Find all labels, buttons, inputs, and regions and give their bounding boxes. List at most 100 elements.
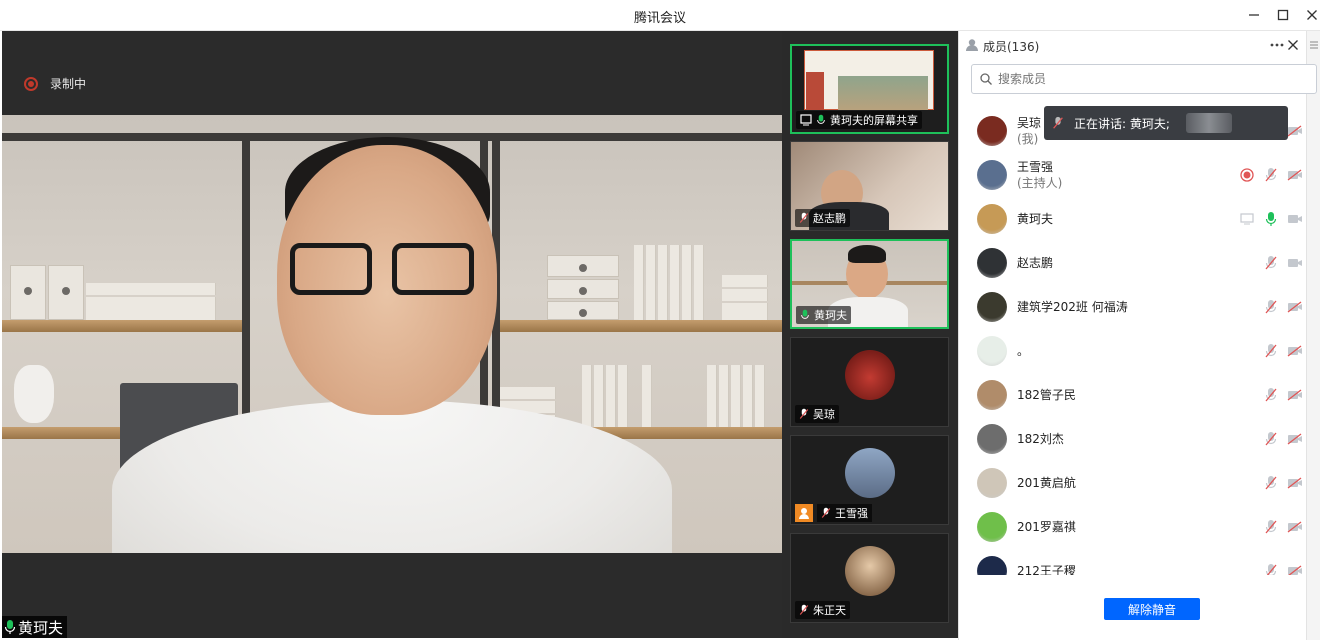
main-video[interactable]: 录制中 黄珂夫 <box>2 31 782 638</box>
mic-on-icon[interactable] <box>1263 211 1279 227</box>
member-row[interactable]: 201黄启航 <box>959 461 1307 505</box>
member-name: 黄珂夫 <box>1017 212 1054 226</box>
member-row[interactable]: 212王子稷 <box>959 549 1307 575</box>
avatar <box>977 336 1007 366</box>
avatar <box>977 160 1007 190</box>
avatar <box>977 468 1007 498</box>
video-frame <box>2 115 782 553</box>
member-role: (我) <box>1017 132 1039 146</box>
glasses-right <box>392 243 474 295</box>
members-header: 成员(136) <box>959 31 1320 59</box>
mic-muted-icon[interactable] <box>1263 431 1279 447</box>
members-list: 吴琼 (我) 王雪强 (主持人) 黄珂夫赵志鹏建筑学202班 何福涛。 182管子民 182… <box>959 109 1307 575</box>
thumbnail-zhu-zhengtian[interactable]: 朱正天 <box>790 533 949 623</box>
mic-muted-icon[interactable] <box>1263 475 1279 491</box>
mic-muted-icon <box>799 212 809 223</box>
mic-muted-icon[interactable] <box>1263 255 1279 271</box>
mic-muted-icon <box>821 507 831 518</box>
glasses-left <box>290 243 372 295</box>
speaking-toast: 正在讲话: 黄珂夫; <box>1044 106 1288 140</box>
close-button[interactable] <box>1301 5 1320 25</box>
member-row[interactable]: 黄珂夫 <box>959 197 1307 241</box>
camera-icon[interactable] <box>1287 255 1303 271</box>
video-thumbnails: 黄珂夫的屏幕共享 赵志鹏 黄珂夫 吴琼 王雪强 朱正天 <box>782 31 958 638</box>
thumbnail-screen-share[interactable]: 黄珂夫的屏幕共享 <box>790 44 949 134</box>
member-name: 建筑学202班 何福涛 <box>1017 300 1128 314</box>
camera-off-icon[interactable] <box>1287 299 1303 315</box>
camera-off-icon[interactable] <box>1287 123 1303 139</box>
camera-icon[interactable] <box>1287 211 1303 227</box>
minimize-icon <box>1249 14 1259 16</box>
mic-on-icon <box>817 114 825 124</box>
app-title: 腾讯会议 <box>633 11 686 26</box>
avatar <box>977 424 1007 454</box>
thumb-label: 黄珂夫的屏幕共享 <box>796 111 922 129</box>
more-options-button[interactable] <box>1269 37 1285 53</box>
member-row[interactable]: 182管子民 <box>959 373 1307 417</box>
member-row[interactable]: 201罗嘉祺 <box>959 505 1307 549</box>
speaker-name-tag: 黄珂夫 <box>2 616 68 638</box>
avatar <box>977 248 1007 278</box>
member-name: 201罗嘉祺 <box>1017 520 1076 534</box>
thumbnail-wu-qiong[interactable]: 吴琼 <box>790 337 949 427</box>
camera-off-icon[interactable] <box>1287 431 1303 447</box>
avatar <box>977 116 1007 146</box>
mic-muted-icon <box>1053 116 1063 129</box>
side-toolbar[interactable] <box>1306 31 1320 640</box>
maximize-button[interactable] <box>1272 5 1294 25</box>
close-panel-button[interactable] <box>1285 37 1301 53</box>
mic-muted-icon[interactable] <box>1263 167 1279 183</box>
close-icon <box>1288 40 1298 50</box>
vase <box>14 365 54 423</box>
mic-muted-icon[interactable] <box>1263 343 1279 359</box>
member-row[interactable]: 王雪强 (主持人) <box>959 153 1307 197</box>
thumbnail-wang-xueqiang[interactable]: 王雪强 <box>790 435 949 525</box>
avatar <box>977 512 1007 542</box>
minimize-button[interactable] <box>1243 5 1265 25</box>
record-icon <box>24 76 38 91</box>
mic-on-icon <box>4 620 16 634</box>
avatar <box>977 380 1007 410</box>
member-role: (主持人) <box>1017 176 1063 190</box>
members-title: 成员(136) <box>983 40 1040 54</box>
screen-share-icon[interactable] <box>1239 211 1255 227</box>
camera-off-icon[interactable] <box>1287 519 1303 535</box>
mic-on-icon <box>801 309 809 319</box>
member-row[interactable]: 。 <box>959 329 1307 373</box>
camera-off-icon[interactable] <box>1287 167 1303 183</box>
avatar <box>844 546 895 596</box>
recording-indicator: 录制中 <box>24 75 86 92</box>
mic-muted-icon[interactable] <box>1263 519 1279 535</box>
member-name: 201黄启航 <box>1017 476 1076 490</box>
member-row[interactable]: 建筑学202班 何福涛 <box>959 285 1307 329</box>
member-name: 吴琼 (我) <box>1017 116 1042 146</box>
avatar <box>844 350 895 400</box>
member-search[interactable] <box>971 64 1317 94</box>
mic-muted-icon[interactable] <box>1263 299 1279 315</box>
host-icon <box>795 504 813 522</box>
mic-muted-icon[interactable] <box>1263 563 1279 575</box>
mic-muted-icon[interactable] <box>1263 387 1279 403</box>
camera-off-icon[interactable] <box>1287 387 1303 403</box>
camera-off-icon[interactable] <box>1287 343 1303 359</box>
camera-off-icon[interactable] <box>1287 475 1303 491</box>
mic-muted-icon <box>799 408 809 419</box>
thumbnail-huang-kefu[interactable]: 黄珂夫 <box>790 239 949 329</box>
member-name: 赵志鹏 <box>1017 256 1054 270</box>
unmute-all-button[interactable]: 解除静音 <box>1104 598 1200 620</box>
member-row[interactable]: 赵志鹏 <box>959 241 1307 285</box>
avatar <box>977 556 1007 575</box>
members-icon <box>966 39 978 51</box>
member-name: 212王子稷 <box>1017 564 1076 575</box>
maximize-icon <box>1277 9 1289 21</box>
member-row[interactable]: 182刘杰 <box>959 417 1307 461</box>
camera-off-icon[interactable] <box>1287 563 1303 575</box>
search-icon <box>980 73 992 85</box>
recording-label: 录制中 <box>50 77 87 91</box>
search-input[interactable] <box>998 72 1298 86</box>
menu-icon <box>1310 41 1318 49</box>
recording-icon[interactable] <box>1239 167 1255 183</box>
thumbnail-zhao-zhipeng[interactable]: 赵志鹏 <box>790 141 949 231</box>
avatar <box>977 292 1007 322</box>
member-name: 182刘杰 <box>1017 432 1064 446</box>
